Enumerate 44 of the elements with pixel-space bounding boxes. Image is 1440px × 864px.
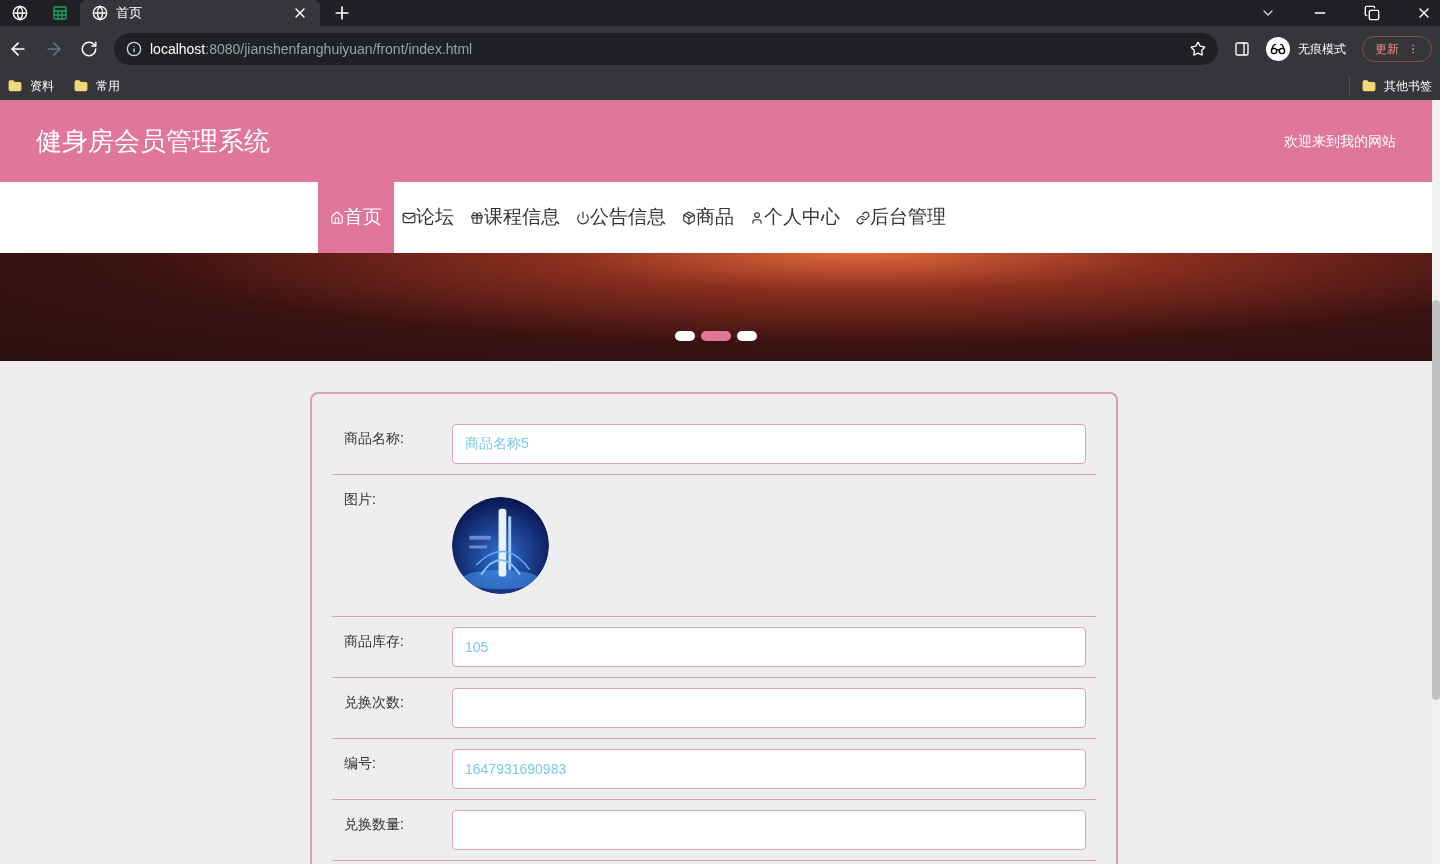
address-bar[interactable]: localhost:8080/jianshenfanghuiyuan/front/index.html [114, 33, 1218, 65]
nav-link[interactable]: 商品 [674, 182, 742, 253]
info-icon [126, 41, 142, 57]
input-field[interactable] [452, 810, 1086, 850]
reload-icon[interactable] [80, 40, 98, 58]
power-icon [576, 210, 590, 225]
field-label: 图片: [343, 490, 377, 509]
star-icon[interactable] [1190, 41, 1206, 57]
nav-link[interactable]: 个人中心 [742, 182, 848, 253]
globe-icon [92, 5, 108, 21]
gift-icon [470, 210, 484, 225]
mail-icon [402, 210, 416, 225]
browser-tab[interactable]: 首页 [80, 0, 320, 26]
bookmark[interactable]: 常用 [74, 77, 120, 95]
scrollbar-thumb[interactable] [1432, 300, 1440, 700]
url-text: localhost:8080/jianshenfanghuiyuan/front/index.html [150, 39, 474, 59]
restore-icon[interactable] [1364, 5, 1380, 21]
field-label: 编号: [343, 754, 377, 773]
box-icon [682, 210, 696, 225]
field-label: 兑换次数: [343, 693, 405, 712]
field-label: 商品名称: [343, 429, 405, 448]
incognito-icon [1266, 37, 1290, 61]
side-panel-icon[interactable] [1234, 41, 1250, 57]
user-icon [750, 210, 764, 225]
folder-icon [8, 79, 22, 93]
nav-link[interactable]: 论坛 [394, 182, 462, 253]
welcome-text: 欢迎来到我的网站 [1284, 131, 1396, 151]
nav-link[interactable]: 后台管理 [848, 182, 954, 253]
other-bookmarks[interactable]: 其他书签 [1349, 77, 1432, 95]
link-icon [856, 210, 870, 225]
nav-link[interactable]: 课程信息 [462, 182, 568, 253]
folder-icon [74, 79, 88, 93]
globe-icon [12, 5, 28, 21]
site-title: 健身房会员管理系统 [36, 124, 270, 158]
sheet-icon [52, 5, 68, 21]
folder-icon [1362, 79, 1376, 93]
tab-title: 首页 [116, 4, 143, 23]
incognito-label: 无痕模式 [1298, 41, 1346, 58]
home-icon [330, 210, 344, 225]
input-field[interactable] [452, 688, 1086, 728]
bookmark[interactable]: 资料 [8, 77, 54, 95]
field-label: 兑换数量: [343, 815, 405, 834]
nav-link[interactable]: 公告信息 [568, 182, 674, 253]
field-label: 商品库存: [343, 632, 405, 651]
